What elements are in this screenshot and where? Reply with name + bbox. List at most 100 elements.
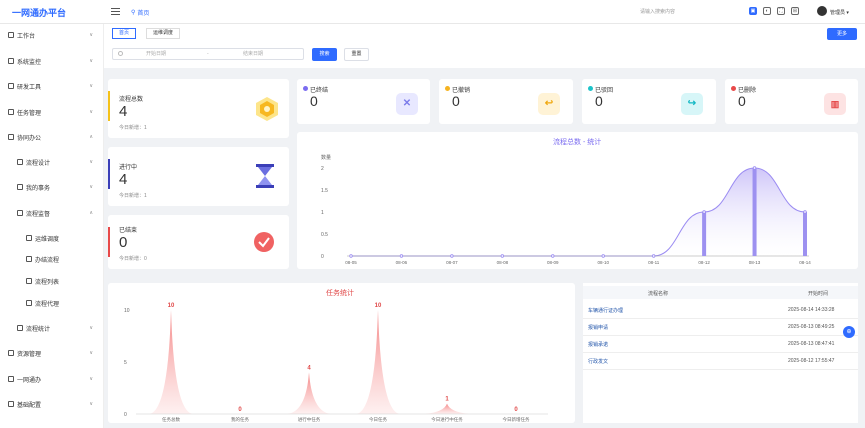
list-icon	[26, 278, 32, 284]
status-dot	[445, 86, 450, 91]
table-row[interactable]: 报销承诺 2025-08-13 08:47:41	[583, 337, 858, 353]
column-header: 开始时间	[808, 291, 829, 297]
table-row[interactable]: 车辆通行证办理 2025-08-14 14:33:28	[583, 303, 858, 319]
data-point	[551, 254, 555, 258]
monitor-icon	[8, 32, 14, 38]
sidebar-item[interactable]: 一网通办 ∨	[0, 372, 104, 386]
user-name[interactable]: 管理员 ▾	[830, 9, 849, 16]
card-running: 进行中 4 今日新增：1	[108, 147, 289, 206]
card-accent-bar	[108, 227, 110, 257]
data-point	[601, 254, 605, 258]
sidebar-item[interactable]: 基础配置 ∨	[0, 397, 104, 411]
card-value: 0	[310, 93, 318, 109]
sidebar-item-label: 流程设计	[26, 160, 51, 167]
sidebar-item[interactable]: 工作台 ∨	[0, 28, 104, 42]
monitor-icon	[8, 58, 14, 64]
chevron-down-icon: ∨	[89, 83, 93, 89]
process-name[interactable]: 报销承诺	[588, 341, 608, 348]
sidebar-item-label: 流程列表	[35, 279, 60, 286]
card-total: 流程总数 4 今日新增：1	[108, 79, 289, 138]
lock-icon[interactable]: ⊞	[791, 7, 799, 15]
end-date-input[interactable]: 结束日期	[243, 49, 263, 59]
area-fill	[351, 168, 805, 256]
data-point	[450, 254, 454, 258]
chevron-down-icon: ∨	[89, 109, 93, 115]
y-tick-label: 10	[124, 308, 130, 314]
y-tick-label: 1	[321, 210, 324, 216]
data-label: 10	[375, 303, 382, 309]
sidebar-item[interactable]: 系统监控 ∨	[0, 54, 104, 68]
date-range-picker[interactable]: 开始日期 - 结束日期	[112, 48, 304, 60]
sidebar-item[interactable]: 流程统计 ∨	[0, 321, 104, 335]
peak-mark	[425, 403, 469, 414]
breadcrumb-home[interactable]: ⚲ 首页	[131, 8, 149, 17]
link-icon	[26, 256, 32, 262]
task-area-chart: 0 5 10 10 任务总数 0 我的任务 4 进行中任务 10 今日任务 1 今日进行中任务 0 今日新增…	[124, 303, 548, 423]
proxy-icon	[26, 300, 32, 306]
sidebar-item-label: 流程统计	[26, 326, 51, 333]
x-tick-label: 今日进行中任务	[431, 416, 463, 423]
sidebar-item[interactable]: 流程列表	[0, 274, 104, 288]
process-name[interactable]: 行政发文	[588, 358, 608, 365]
start-date-input[interactable]: 开始日期	[146, 49, 166, 59]
sidebar-item-label: 系统监控	[17, 59, 42, 66]
card-finished: 已结束 0 今日新增：0	[108, 215, 289, 269]
sidebar-item-label: 流程代理	[35, 301, 60, 308]
float-action-button[interactable]: ⊕	[843, 326, 855, 338]
design-icon	[17, 159, 23, 165]
table-row[interactable]: 报销申请 2025-08-13 08:49:25	[583, 320, 858, 336]
search-input[interactable]: 请输入搜索内容	[640, 8, 675, 15]
chevron-up-icon: ∧	[89, 134, 93, 140]
trash-icon: ▥	[824, 93, 846, 115]
sidebar-item[interactable]: 协同办公 ∧	[0, 130, 104, 144]
card-value: 0	[738, 93, 746, 109]
avatar[interactable]	[817, 6, 827, 16]
network-icon	[8, 376, 14, 382]
data-bar	[702, 212, 707, 256]
data-label: 0	[238, 407, 242, 413]
sidebar-item[interactable]: 研发工具 ∨	[0, 79, 104, 93]
fullscreen-icon[interactable]: ⛶	[777, 7, 785, 15]
peak-mark	[149, 310, 193, 414]
date-separator: -	[207, 51, 209, 57]
card-rejected: 已驳回 0 ↪	[582, 79, 716, 124]
sidebar-item[interactable]: 我的事务 ∨	[0, 180, 104, 194]
house-icon	[17, 210, 23, 216]
x-tick-label: 08-12	[698, 260, 710, 265]
menu-toggle-icon[interactable]	[111, 8, 120, 15]
sidebar-item[interactable]: 任务管理 ∨	[0, 105, 104, 119]
chevron-down-icon: ∨	[89, 401, 93, 407]
app-logo: 一网通办平台	[12, 8, 67, 18]
process-area-chart: 0 0.5 1 1.5 2 08-05 08-06 08-07 08-08 08-09 08-10 0…	[321, 166, 811, 265]
more-button[interactable]: 更多	[827, 28, 857, 40]
sidebar-item[interactable]: 流程监督 ∧	[0, 206, 104, 220]
sidebar-item[interactable]: 资源管理 ∨	[0, 346, 104, 360]
tab-home[interactable]: 首页	[112, 28, 137, 39]
tab-dispatch[interactable]: 运维调度	[146, 28, 181, 39]
sidebar-item-label: 流程监督	[26, 211, 51, 218]
filter-row: 开始日期 - 结束日期 搜索 重置	[104, 42, 865, 68]
y-tick-label: 0.5	[321, 232, 328, 238]
table-row[interactable]: 行政发文 2025-08-12 17:55:47	[583, 354, 858, 370]
x-tick-label: 我的任务	[231, 416, 249, 423]
theme-icon[interactable]: ◐	[763, 7, 771, 15]
reset-button[interactable]: 重置	[344, 48, 369, 61]
chevron-down-icon: ∨	[89, 350, 93, 356]
sidebar-item[interactable]: 流程设计 ∨	[0, 155, 104, 169]
data-label: 10	[168, 303, 175, 309]
process-name[interactable]: 报销申请	[588, 324, 608, 331]
chevron-down-icon: ∨	[89, 325, 93, 331]
task-icon	[8, 109, 14, 115]
card-title: 流程总数	[119, 97, 144, 103]
process-name[interactable]: 车辆通行证办理	[588, 307, 623, 314]
card-accent-bar	[108, 159, 110, 189]
search-button[interactable]: 搜索	[312, 48, 337, 61]
sidebar-item[interactable]: 办结流程	[0, 252, 104, 266]
sidebar-item[interactable]: 运维调度	[0, 231, 104, 245]
sidebar-item[interactable]: 流程代理	[0, 296, 104, 310]
y-tick-label: 2	[321, 166, 324, 172]
layout-icon[interactable]: ▣	[749, 7, 757, 15]
x-tick-label: 08-13	[749, 260, 761, 265]
x-tick-label: 任务总数	[162, 416, 180, 423]
card-sub: 今日新增：1	[119, 125, 147, 131]
